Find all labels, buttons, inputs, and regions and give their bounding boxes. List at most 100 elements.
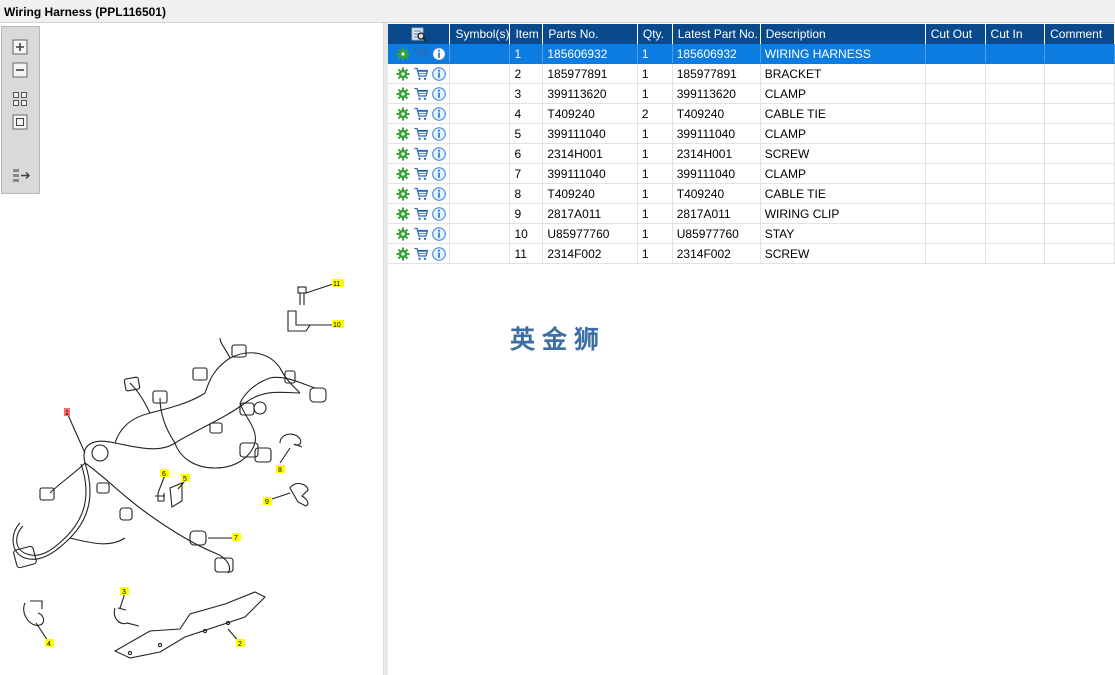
cart-icon[interactable] [414,47,428,61]
cell-latest-part-no: T409240 [672,103,761,124]
cart-icon[interactable] [414,127,428,141]
gear-icon[interactable] [396,47,410,61]
callout-2: 2 [238,641,242,648]
column-header-actions[interactable] [388,24,451,44]
cell-cut-out [925,163,986,184]
column-header-parts-no[interactable]: Parts No. [542,24,638,44]
info-icon[interactable] [432,106,446,121]
cart-icon[interactable] [414,227,428,241]
row-actions [388,223,451,244]
table-row[interactable]: 1 185606932 1 185606932 WIRING HARNESS [388,44,1115,64]
cell-cut-in [985,203,1046,224]
cell-cut-in [985,123,1046,144]
fit-all-icon[interactable] [12,91,28,107]
column-header-item[interactable]: Item [509,24,544,44]
info-icon[interactable] [432,226,446,241]
cell-cut-in [985,83,1046,104]
cell-symbols [449,243,511,264]
table-row[interactable]: 7 399111040 1 399111040 CLAMP [388,163,1115,184]
cart-icon[interactable] [414,147,428,161]
cell-cut-out [925,123,986,144]
cart-icon[interactable] [414,247,428,261]
info-icon[interactable] [432,206,446,221]
cart-icon[interactable] [414,167,428,181]
cell-qty: 1 [637,123,673,144]
gear-icon[interactable] [396,207,410,221]
cell-latest-part-no: 399111040 [672,123,761,144]
row-actions [388,44,451,64]
cell-cut-in [985,63,1046,84]
zoom-in-icon[interactable] [12,39,28,55]
cell-parts-no: 399111040 [542,163,638,184]
cart-icon[interactable] [414,207,428,221]
cart-icon[interactable] [414,87,428,101]
gear-icon[interactable] [396,127,410,141]
cell-item: 3 [509,83,544,104]
gear-icon[interactable] [396,107,410,121]
search-list-icon[interactable] [411,26,427,42]
cell-cut-out [925,44,986,64]
cell-cut-out [925,63,986,84]
column-header-latest-part-no[interactable]: Latest Part No. [672,24,761,44]
zoom-out-icon[interactable] [12,62,28,78]
export-icon[interactable] [12,167,32,183]
gear-icon[interactable] [396,247,410,261]
info-icon[interactable] [432,126,446,141]
cell-parts-no: 185977891 [542,63,638,84]
table-row[interactable]: 2 185977891 1 185977891 BRACKET [388,63,1115,84]
table-row[interactable]: 3 399113620 1 399113620 CLAMP [388,83,1115,104]
info-icon[interactable] [432,186,446,201]
column-header-cut-out[interactable]: Cut Out [925,24,986,44]
cart-icon[interactable] [414,187,428,201]
table-row[interactable]: 11 2314F002 1 2314F002 SCREW [388,243,1115,264]
cell-item: 6 [509,143,544,164]
info-icon[interactable] [432,146,446,161]
gear-icon[interactable] [396,147,410,161]
diagram-toolbar [1,26,40,194]
cell-description: SCREW [760,143,926,164]
gear-icon[interactable] [396,67,410,81]
column-header-symbols[interactable]: Symbol(s) [449,24,511,44]
cell-parts-no: 399113620 [542,83,638,104]
cell-latest-part-no: 399113620 [672,83,761,104]
fit-page-icon[interactable] [12,114,28,130]
table-row[interactable]: 4 T409240 2 T409240 CABLE TIE [388,103,1115,124]
cell-latest-part-no: 185606932 [672,44,761,64]
gear-icon[interactable] [396,167,410,181]
info-icon[interactable] [432,246,446,261]
cell-cut-out [925,223,986,244]
gear-icon[interactable] [396,187,410,201]
table-row[interactable]: 5 399111040 1 399111040 CLAMP [388,123,1115,144]
cell-cut-in [985,103,1046,124]
info-icon[interactable] [432,66,446,81]
cart-icon[interactable] [414,67,428,81]
window-title: Wiring Harness (PPL116501) [4,5,166,19]
diagram-pane[interactable]: 1 2 3 4 5 6 7 8 9 10 11 [0,23,383,675]
info-icon[interactable] [432,86,446,101]
table-row[interactable]: 9 2817A011 1 2817A011 WIRING CLIP [388,203,1115,224]
table-row[interactable]: 8 T409240 1 T409240 CABLE TIE [388,183,1115,204]
table-row[interactable]: 6 2314H001 1 2314H001 SCREW [388,143,1115,164]
cell-symbols [449,223,511,244]
cell-item: 7 [509,163,544,184]
gear-icon[interactable] [396,227,410,241]
cell-comment [1044,63,1115,84]
row-actions [388,203,451,224]
cart-icon[interactable] [414,107,428,121]
column-header-qty[interactable]: Qty. [637,24,673,44]
gear-icon[interactable] [396,87,410,101]
cell-latest-part-no: 2314H001 [672,143,761,164]
cell-description: WIRING CLIP [760,203,926,224]
table-row[interactable]: 10 U85977760 1 U85977760 STAY [388,223,1115,244]
cell-symbols [449,44,511,64]
callout-7: 7 [234,535,238,542]
row-actions [388,103,451,124]
cell-comment [1044,223,1115,244]
info-icon[interactable] [432,166,446,181]
cell-latest-part-no: U85977760 [672,223,761,244]
column-header-comment[interactable]: Comment [1044,24,1115,44]
cell-latest-part-no: 2314F002 [672,243,761,264]
column-header-description[interactable]: Description [760,24,926,44]
column-header-cut-in[interactable]: Cut In [985,24,1046,44]
info-icon[interactable] [432,46,446,61]
